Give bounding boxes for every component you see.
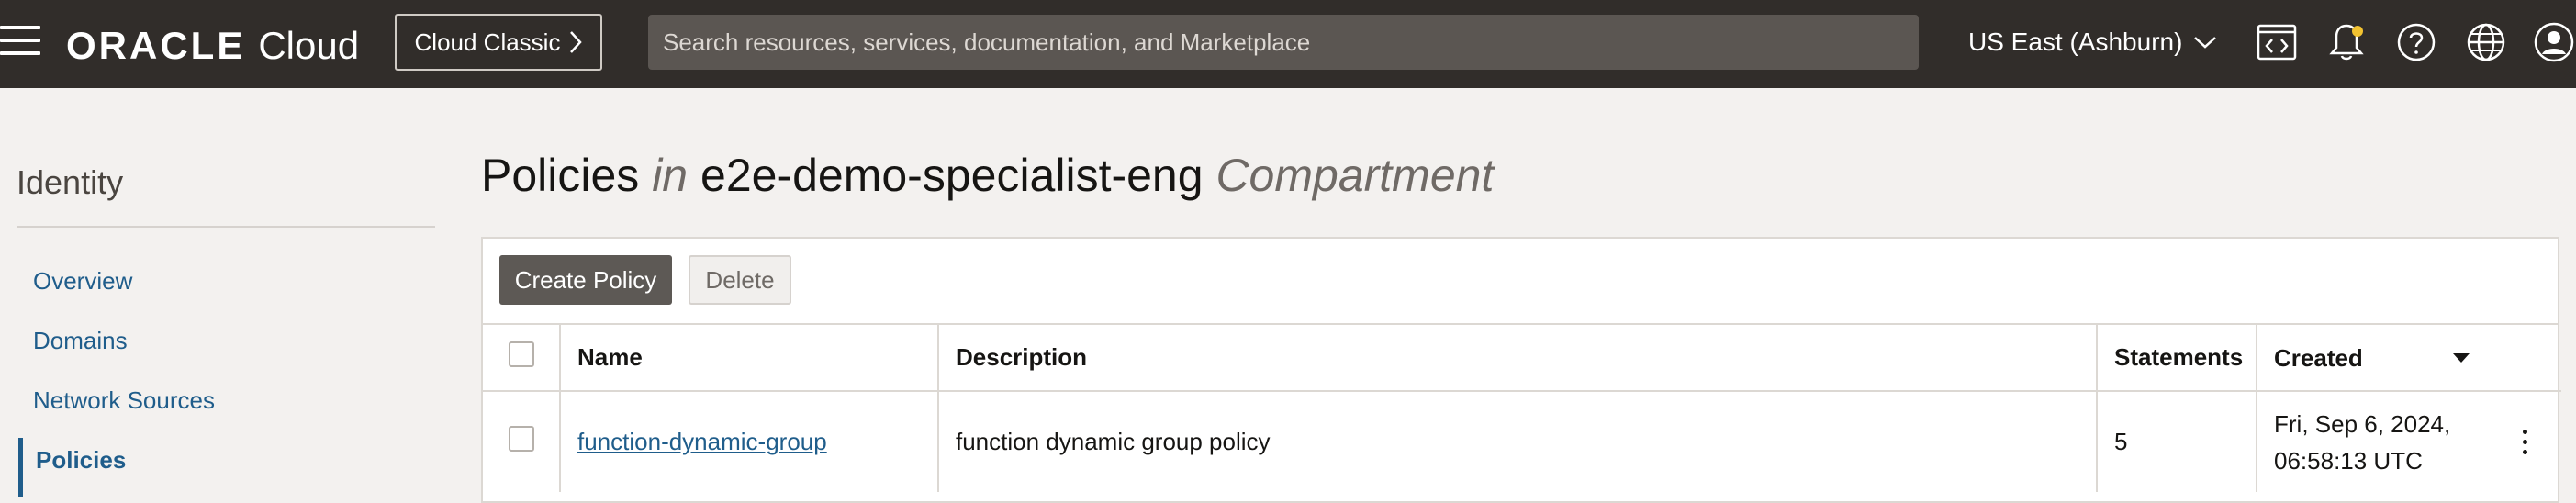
title-compartment-name: e2e-demo-specialist-eng bbox=[700, 150, 1204, 201]
bell-icon[interactable] bbox=[2324, 20, 2369, 64]
delete-button[interactable]: Delete bbox=[689, 255, 791, 305]
brand-oracle: ORACLE bbox=[66, 24, 246, 67]
cloud-classic-label: Cloud Classic bbox=[414, 28, 561, 56]
select-all-checkbox[interactable] bbox=[508, 341, 534, 367]
column-header-name[interactable]: Name bbox=[560, 325, 939, 391]
cloud-classic-button[interactable]: Cloud Classic bbox=[395, 14, 602, 71]
hamburger-menu-icon[interactable] bbox=[0, 26, 40, 62]
table-toolbar: Create Policy Delete bbox=[483, 239, 2558, 325]
sidebar-nav: Overview Domains Network Sources Policie… bbox=[18, 259, 441, 497]
title-in: in bbox=[652, 150, 689, 201]
row-actions-kebab-icon[interactable] bbox=[2519, 429, 2530, 455]
column-header-created-label: Created bbox=[2274, 343, 2363, 372]
policy-statements-count: 5 bbox=[2097, 391, 2257, 492]
policy-name-link[interactable]: function-dynamic-group bbox=[577, 428, 827, 455]
policy-created-date: Fri, Sep 6, 2024, bbox=[2274, 409, 2451, 438]
sidebar-item-overview[interactable]: Overview bbox=[18, 259, 441, 319]
row-checkbox[interactable] bbox=[508, 426, 534, 452]
column-header-description[interactable]: Description bbox=[938, 325, 2098, 391]
chevron-down-icon bbox=[2194, 37, 2217, 49]
sidebar-item-domains[interactable]: Domains bbox=[18, 319, 441, 378]
globe-icon[interactable] bbox=[2464, 20, 2508, 64]
title-prefix: Policies bbox=[481, 150, 640, 201]
region-label: US East (Ashburn) bbox=[1968, 28, 2183, 56]
policies-table: Name Description Statements Created func… bbox=[483, 325, 2561, 492]
row-select-cell bbox=[483, 391, 561, 492]
top-bar: ORACLE Cloud Cloud Classic US East (Ashb… bbox=[0, 0, 2576, 88]
table-header-row: Name Description Statements Created bbox=[483, 325, 2561, 391]
policy-description: function dynamic group policy bbox=[938, 391, 2098, 492]
chevron-right-icon bbox=[570, 31, 583, 53]
policy-name-cell: function-dynamic-group bbox=[560, 391, 939, 492]
create-policy-button[interactable]: Create Policy bbox=[499, 255, 672, 305]
sort-descending-icon[interactable] bbox=[2453, 352, 2470, 363]
policy-created-cell: Fri, Sep 6, 2024, 06:58:13 UTC bbox=[2257, 391, 2561, 492]
help-icon[interactable] bbox=[2394, 20, 2438, 64]
developer-tools-icon[interactable] bbox=[2255, 20, 2299, 64]
sidebar-title: Identity bbox=[17, 163, 124, 201]
page-title: Policies in e2e-demo-specialist-eng Comp… bbox=[481, 149, 1494, 202]
brand-cloud: Cloud bbox=[258, 24, 360, 67]
search-input[interactable] bbox=[661, 14, 1919, 71]
region-selector[interactable]: US East (Ashburn) bbox=[1968, 24, 2217, 61]
table-row: function-dynamic-group function dynamic … bbox=[483, 391, 2561, 492]
policies-table-panel: Create Policy Delete Name Description St… bbox=[481, 237, 2561, 503]
select-all-cell bbox=[483, 325, 561, 391]
sidebar-item-policies[interactable]: Policies bbox=[18, 438, 441, 497]
column-header-created[interactable]: Created bbox=[2257, 325, 2561, 391]
search-bar[interactable] bbox=[648, 14, 1919, 71]
sidebar-divider bbox=[17, 226, 435, 228]
profile-icon[interactable] bbox=[2532, 20, 2576, 64]
title-suffix: Compartment bbox=[1215, 150, 1495, 201]
policy-created-time: 06:58:13 UTC bbox=[2274, 446, 2423, 475]
column-header-statements[interactable]: Statements bbox=[2097, 325, 2257, 391]
oracle-cloud-logo[interactable]: ORACLE Cloud bbox=[66, 24, 359, 68]
sidebar-item-network-sources[interactable]: Network Sources bbox=[18, 378, 441, 438]
